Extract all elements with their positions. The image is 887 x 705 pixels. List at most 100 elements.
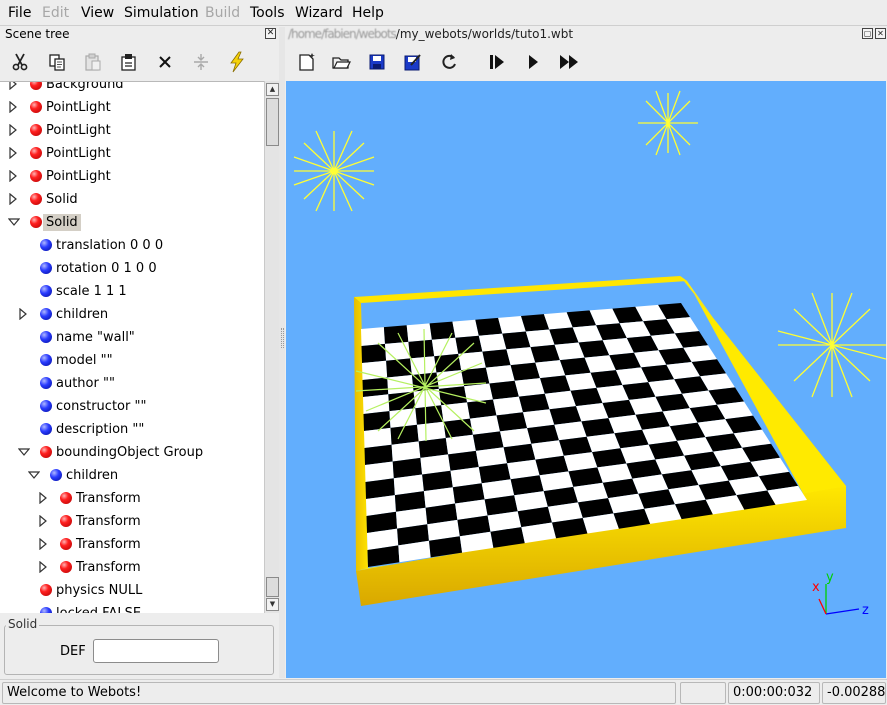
tree-node[interactable]: PointLight bbox=[8, 97, 111, 117]
menu-simulation[interactable]: Simulation bbox=[124, 5, 199, 21]
axis-label-z: z bbox=[862, 603, 869, 618]
menu-wizard[interactable]: Wizard bbox=[295, 5, 343, 21]
tree-node[interactable]: locked FALSE bbox=[18, 603, 141, 613]
tree-node-label: physics NULL bbox=[56, 582, 143, 598]
transform-node-button[interactable] bbox=[222, 48, 252, 76]
tree-node[interactable]: scale 1 1 1 bbox=[18, 281, 127, 301]
tree-node[interactable]: children bbox=[18, 304, 108, 324]
save-world-button[interactable] bbox=[362, 48, 392, 76]
expand-arrow-icon[interactable] bbox=[38, 560, 48, 574]
tree-node[interactable]: constructor "" bbox=[18, 396, 146, 416]
tree-node[interactable]: description "" bbox=[18, 419, 144, 439]
collapse-arrow-icon[interactable] bbox=[7, 216, 21, 228]
scroll-thumb-lower[interactable] bbox=[266, 577, 279, 597]
tree-node[interactable]: Transform bbox=[38, 511, 141, 531]
tree-node[interactable]: Transform bbox=[38, 488, 141, 508]
3d-scene: x y z bbox=[293, 90, 886, 618]
floor-tile bbox=[523, 409, 555, 429]
menu-view[interactable]: View bbox=[81, 5, 114, 21]
menu-build[interactable]: Build bbox=[205, 5, 240, 21]
menu-tools[interactable]: Tools bbox=[250, 5, 285, 21]
floor-tile bbox=[498, 316, 526, 334]
menu-file[interactable]: File bbox=[8, 5, 31, 21]
tree-node-label: Transform bbox=[76, 513, 141, 529]
node-ball-icon bbox=[30, 82, 42, 90]
tree-node[interactable]: children bbox=[27, 465, 118, 485]
paste-button[interactable] bbox=[78, 48, 108, 76]
scroll-down-button[interactable]: ▼ bbox=[266, 598, 279, 611]
field-ball-icon bbox=[40, 285, 52, 297]
tree-node[interactable]: model "" bbox=[18, 350, 113, 370]
field-ball-icon bbox=[40, 377, 52, 389]
expand-arrow-icon[interactable] bbox=[8, 123, 18, 137]
copy-button[interactable] bbox=[42, 48, 72, 76]
scene-tree-scrollbar[interactable]: ▲ ▼ bbox=[264, 81, 279, 613]
paste-icon bbox=[83, 52, 103, 72]
scroll-thumb[interactable] bbox=[266, 98, 279, 146]
expand-arrow-icon[interactable] bbox=[8, 169, 18, 183]
world-path-blurred: /home/fabien/webots bbox=[288, 27, 397, 41]
floor-tile bbox=[445, 434, 476, 455]
run-button[interactable] bbox=[518, 48, 548, 76]
cut-button[interactable] bbox=[5, 48, 35, 76]
tree-node[interactable]: PointLight bbox=[8, 166, 111, 186]
save-as-button[interactable] bbox=[398, 48, 428, 76]
delete-icon bbox=[156, 53, 174, 71]
fast-button[interactable] bbox=[554, 48, 584, 76]
tree-node[interactable]: PointLight bbox=[8, 120, 111, 140]
expand-arrow-icon[interactable] bbox=[38, 491, 48, 505]
floor-tile bbox=[506, 347, 536, 366]
insert-node-button[interactable] bbox=[114, 48, 144, 76]
expand-arrow-icon[interactable] bbox=[8, 100, 18, 114]
floor-tile bbox=[361, 327, 385, 346]
3d-viewport[interactable]: x y z bbox=[286, 81, 886, 678]
expand-arrow-icon[interactable] bbox=[8, 192, 18, 206]
scene-tree-close-button[interactable]: ✕ bbox=[265, 28, 276, 39]
tree-node-label: PointLight bbox=[46, 145, 111, 161]
tree-node[interactable]: translation 0 0 0 bbox=[18, 235, 163, 255]
field-ball-icon bbox=[40, 354, 52, 366]
revert-button[interactable] bbox=[434, 48, 464, 76]
tree-node[interactable]: Background bbox=[8, 82, 124, 94]
scroll-up-button[interactable]: ▲ bbox=[266, 83, 279, 96]
def-input[interactable] bbox=[93, 639, 219, 663]
lightning-icon bbox=[227, 51, 247, 73]
menu-edit[interactable]: Edit bbox=[42, 5, 69, 21]
tree-node[interactable]: rotation 0 1 0 0 bbox=[18, 258, 157, 278]
new-world-button[interactable] bbox=[292, 48, 322, 76]
expand-arrow-icon[interactable] bbox=[38, 537, 48, 551]
scene-tree-view[interactable]: Background PointLight PointLight PointLight… bbox=[0, 81, 264, 613]
expand-arrow-icon[interactable] bbox=[8, 146, 18, 160]
view-float-button[interactable]: ▢ bbox=[862, 28, 873, 39]
floor-tile bbox=[383, 325, 409, 344]
expand-arrow-icon[interactable] bbox=[8, 82, 18, 91]
splitter-grip[interactable] bbox=[281, 328, 284, 348]
save-as-icon bbox=[403, 52, 423, 72]
panel-splitter[interactable] bbox=[279, 27, 285, 678]
floor-tile bbox=[388, 391, 416, 412]
tree-node-label: Solid bbox=[43, 213, 81, 231]
menu-help[interactable]: Help bbox=[352, 5, 384, 21]
reset-field-button[interactable] bbox=[186, 48, 216, 76]
expand-arrow-icon[interactable] bbox=[18, 307, 28, 321]
tree-node[interactable]: author "" bbox=[18, 373, 115, 393]
collapse-arrow-icon[interactable] bbox=[17, 446, 31, 458]
step-button[interactable] bbox=[482, 48, 512, 76]
delete-node-button[interactable] bbox=[150, 48, 180, 76]
tree-node[interactable]: Solid bbox=[7, 212, 81, 232]
view-close-button[interactable]: ✕ bbox=[875, 28, 886, 39]
tree-node[interactable]: boundingObject Group bbox=[17, 442, 203, 462]
tree-node[interactable]: name "wall" bbox=[18, 327, 135, 347]
tree-node-label: PointLight bbox=[46, 122, 111, 138]
tree-node[interactable]: PointLight bbox=[8, 143, 111, 163]
tree-node[interactable]: Transform bbox=[38, 557, 141, 577]
tree-node[interactable]: Transform bbox=[38, 534, 141, 554]
open-world-button[interactable] bbox=[326, 48, 356, 76]
tree-node[interactable]: physics NULL bbox=[18, 580, 142, 600]
expand-arrow-icon[interactable] bbox=[38, 514, 48, 528]
collapse-arrow-icon[interactable] bbox=[27, 469, 41, 481]
tree-node[interactable]: Solid bbox=[8, 189, 78, 209]
scene-tree-toolbar bbox=[0, 44, 284, 80]
tree-node-label: name "wall" bbox=[56, 329, 135, 345]
